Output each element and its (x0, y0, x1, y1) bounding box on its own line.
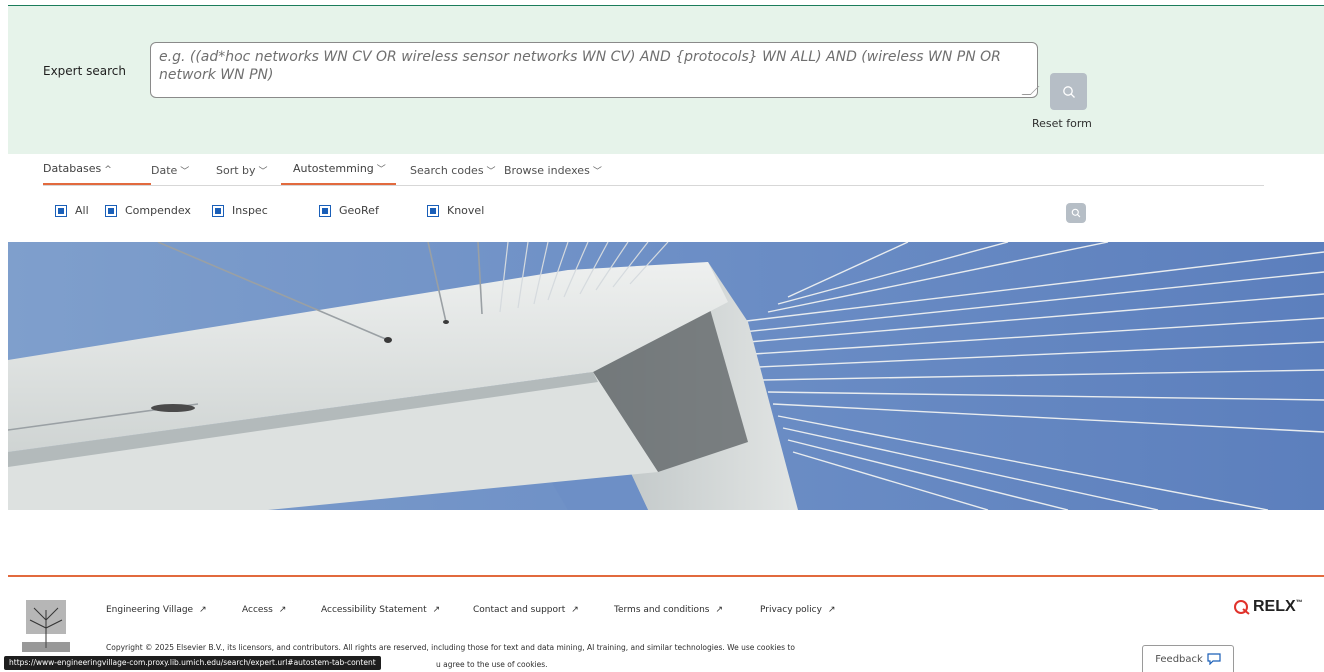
chevron-down-icon: ﹀ (486, 167, 496, 177)
tab-label: Browse indexes (504, 164, 590, 177)
chevron-up-icon: ^ (104, 165, 112, 175)
db-label: Knovel (447, 204, 485, 217)
footer-divider (8, 575, 1324, 577)
tab-sort-by[interactable]: Sort by ﹀ (216, 164, 281, 185)
expert-search-label: Expert search (43, 64, 126, 78)
status-bar-url: https://www-engineeringvillage-com.proxy… (4, 656, 381, 670)
external-link-icon: ↗ (278, 605, 287, 615)
external-link-icon: ↗ (715, 605, 724, 615)
database-checkbox-row: All Compendex Inspec GeoRef Knovel (55, 204, 1155, 220)
expert-search-input[interactable]: e.g. ((ad*hoc networks WN CV OR wireless… (150, 42, 1040, 98)
chat-bubble-icon (1207, 653, 1221, 665)
relx-wordmark: RELX™ (1253, 598, 1303, 615)
feedback-button[interactable]: Feedback (1142, 645, 1234, 672)
db-label: Compendex (125, 204, 191, 217)
db-label: GeoRef (339, 204, 379, 217)
chevron-down-icon: ﹀ (592, 167, 602, 177)
reset-form-link[interactable]: Reset form (1032, 117, 1092, 130)
db-checkbox-knovel[interactable]: Knovel (427, 204, 484, 217)
chevron-down-icon: ﹀ (376, 165, 386, 175)
external-link-icon: ↗ (827, 605, 836, 615)
copyright-text-cont: u agree to the use of cookies. (436, 660, 548, 669)
search-button-secondary[interactable] (1066, 203, 1086, 223)
checkbox[interactable] (427, 204, 439, 217)
search-options-tabs: Databases ^ Date ﹀ Sort by ﹀ Autostemming ﹀ … (43, 154, 1264, 186)
chevron-down-icon: ﹀ (180, 167, 190, 177)
tab-label: Sort by (216, 164, 256, 177)
tab-browse-indexes[interactable]: Browse indexes ﹀ (504, 164, 624, 185)
hero-bridge-image (8, 242, 1324, 510)
tab-label: Databases (43, 162, 102, 175)
db-checkbox-compendex[interactable]: Compendex (105, 204, 191, 217)
search-icon (1071, 208, 1081, 218)
search-icon (1062, 85, 1075, 98)
expert-search-panel: Expert search e.g. ((ad*hoc networks WN … (8, 5, 1324, 154)
footer-link-privacy[interactable]: Privacy policy ↗ (760, 605, 836, 615)
footer-link-accessibility[interactable]: Accessibility Statement ↗ (321, 605, 440, 615)
tab-databases[interactable]: Databases ^ (43, 162, 151, 185)
feedback-label: Feedback (1155, 653, 1203, 665)
footer-link-access[interactable]: Access ↗ (242, 605, 286, 615)
footer-link-terms[interactable]: Terms and conditions ↗ (614, 605, 723, 615)
relx-mark-icon (1234, 600, 1250, 615)
db-checkbox-georef[interactable]: GeoRef (319, 204, 379, 217)
tab-autostemming[interactable]: Autostemming ﹀ (281, 162, 396, 185)
footer-link-contact[interactable]: Contact and support ↗ (473, 605, 579, 615)
tab-label: Autostemming (293, 162, 374, 175)
db-label: Inspec (232, 204, 268, 217)
tab-label: Date (151, 164, 178, 177)
db-label: All (75, 204, 89, 217)
checkbox[interactable] (319, 204, 331, 217)
relx-logo[interactable]: RELX™ (1233, 598, 1303, 616)
search-button[interactable] (1050, 73, 1087, 110)
copyright-text: Copyright © 2025 Elsevier B.V., its lice… (106, 643, 795, 652)
db-checkbox-all[interactable]: All (55, 204, 89, 217)
tab-search-codes[interactable]: Search codes ﹀ (396, 164, 504, 185)
external-link-icon: ↗ (432, 605, 441, 615)
checkbox[interactable] (105, 204, 117, 217)
search-placeholder: e.g. ((ad*hoc networks WN CV OR wireless… (159, 49, 1001, 83)
tab-label: Search codes (410, 164, 484, 177)
elsevier-logo[interactable] (22, 598, 70, 656)
checkbox[interactable] (55, 204, 67, 217)
checkbox[interactable] (212, 204, 224, 217)
resize-grip-icon[interactable] (1021, 86, 1040, 95)
external-link-icon: ↗ (199, 605, 207, 615)
footer-link-engineering-village[interactable]: Engineering Village ↗ (106, 605, 207, 615)
db-checkbox-inspec[interactable]: Inspec (212, 204, 268, 217)
external-link-icon: ↗ (571, 605, 579, 615)
chevron-down-icon: ﹀ (258, 167, 268, 177)
tab-date[interactable]: Date ﹀ (151, 164, 216, 185)
